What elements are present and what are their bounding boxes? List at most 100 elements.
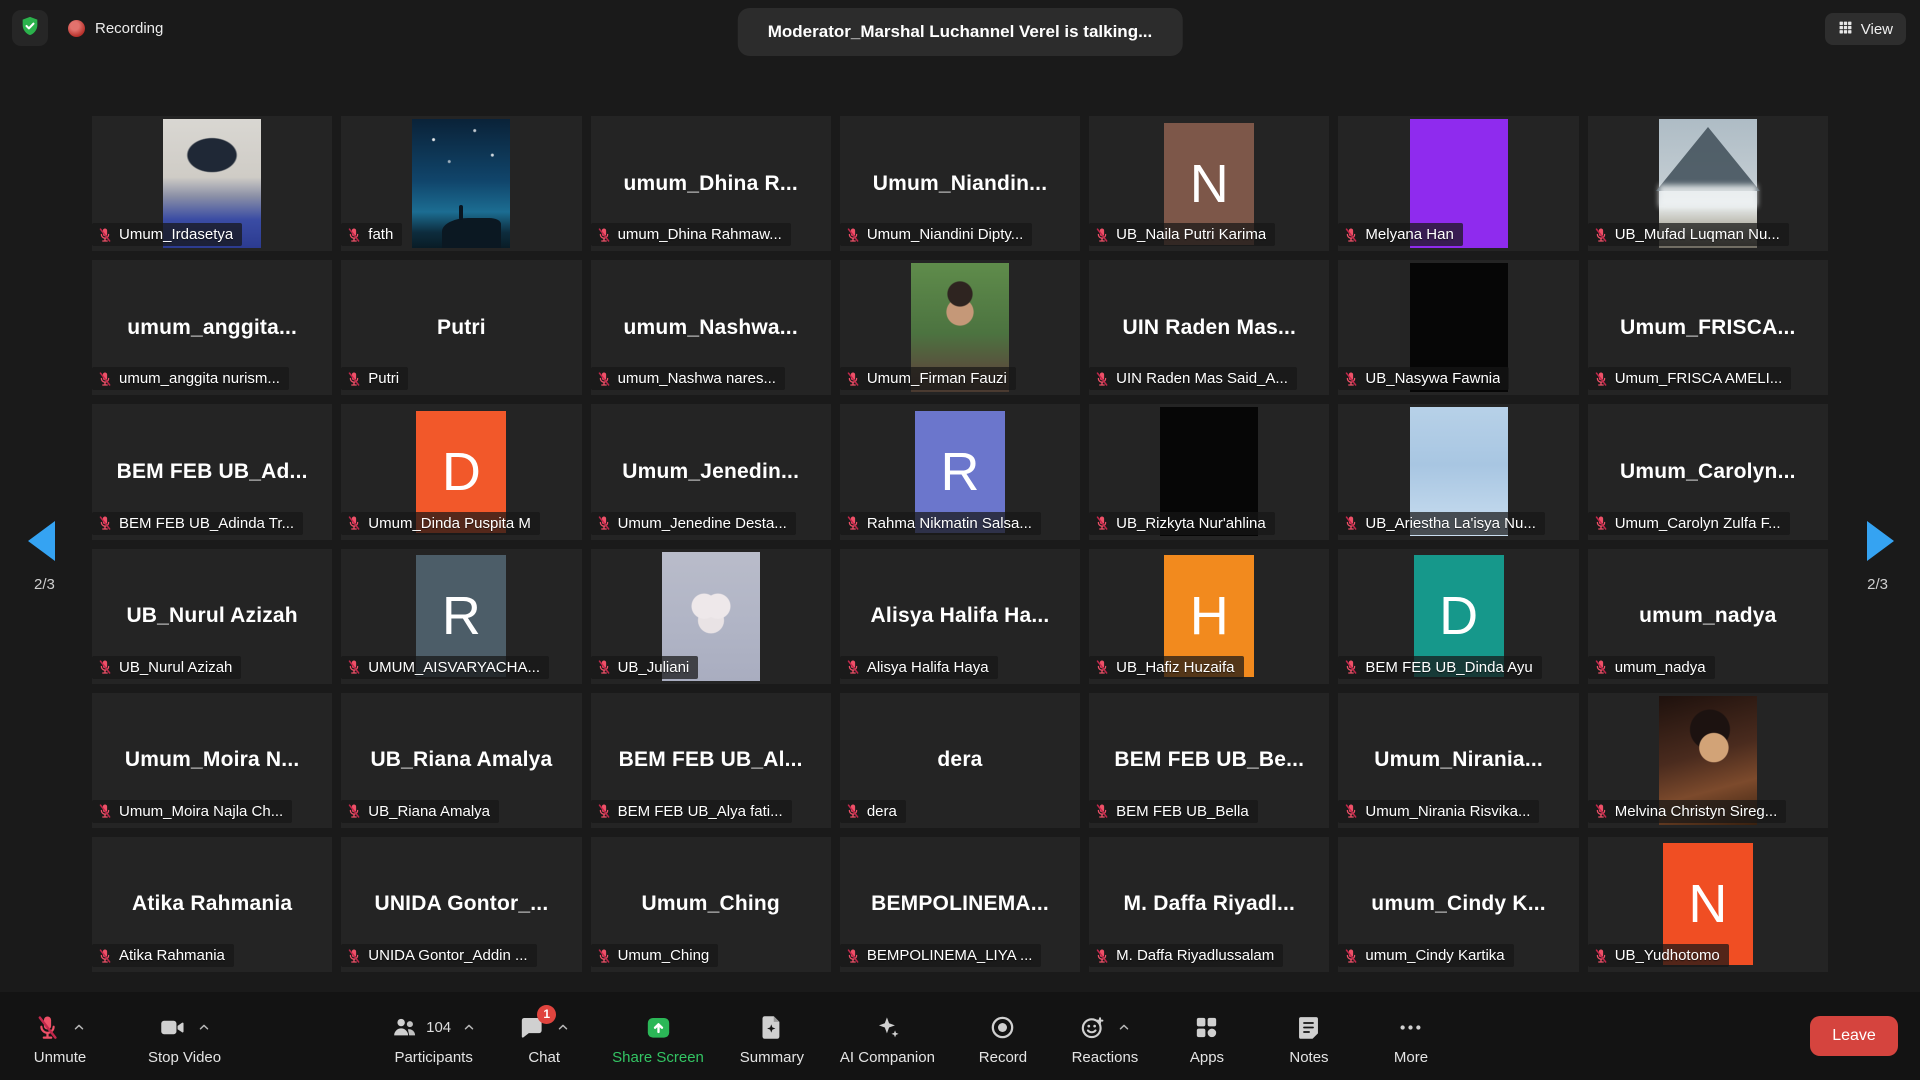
participant-tile[interactable]: BEMPOLINEMA...BEMPOLINEMA_LIYA ... — [840, 837, 1080, 972]
view-label: View — [1861, 21, 1893, 38]
top-bar: Recording Moderator_Marshal Luchannel Ve… — [0, 0, 1920, 62]
video-frame-photo — [412, 119, 510, 248]
participant-name-text: Umum_Moira Najla Ch... — [119, 803, 283, 820]
prev-page-button[interactable] — [28, 518, 62, 564]
participant-name-label: BEMPOLINEMA_LIYA ... — [840, 944, 1042, 967]
toolbar-record[interactable]: Record — [959, 1006, 1047, 1066]
toolbar-share-screen[interactable]: Share Screen — [602, 1006, 714, 1066]
participant-tile[interactable]: Umum_ChingUmum_Ching — [591, 837, 831, 972]
page-indicator-right: 2/3 — [1867, 576, 1888, 593]
muted-mic-icon — [1593, 803, 1609, 819]
participant-tile[interactable]: UB_Nasywa Fawnia — [1338, 260, 1578, 395]
participant-tile[interactable]: Umum_Jenedin...Umum_Jenedine Desta... — [591, 404, 831, 539]
zoom-meeting-window: Recording Moderator_Marshal Luchannel Ve… — [0, 0, 1920, 1080]
participant-tile[interactable]: UB_Juliani — [591, 549, 831, 684]
chevron-up-icon[interactable] — [72, 1020, 86, 1034]
toolbar-summary[interactable]: Summary — [728, 1006, 816, 1066]
chevron-up-icon[interactable] — [1117, 1020, 1131, 1034]
participant-tile[interactable]: Melyana Han — [1338, 116, 1578, 251]
recording-dot-icon — [68, 20, 85, 37]
participant-tile[interactable]: umum_nadyaumum_nadya — [1588, 549, 1828, 684]
leave-button[interactable]: Leave — [1810, 1016, 1898, 1056]
toolbar-unmute[interactable]: Unmute — [16, 1006, 104, 1066]
next-page-button[interactable] — [1860, 518, 1894, 564]
participant-tile[interactable]: Umum_Firman Fauzi — [840, 260, 1080, 395]
toolbar-item-label: Reactions — [1072, 1049, 1139, 1066]
participant-tile[interactable]: Alisya Halifa Ha...Alisya Halifa Haya — [840, 549, 1080, 684]
participant-name-text: UB_Mufad Luqman Nu... — [1615, 226, 1780, 243]
participant-tile[interactable]: RRahma Nikmatin Salsa... — [840, 404, 1080, 539]
chevron-up-icon[interactable] — [462, 1020, 476, 1034]
participant-tile[interactable]: M. Daffa Riyadl...M. Daffa Riyadlussalam — [1089, 837, 1329, 972]
participant-tile[interactable]: UIN Raden Mas...UIN Raden Mas Said_A... — [1089, 260, 1329, 395]
participant-tile[interactable]: BEM FEB UB_Be...BEM FEB UB_Bella — [1089, 693, 1329, 828]
participant-tile[interactable]: fath — [341, 116, 581, 251]
toolbar-chat[interactable]: 1Chat — [500, 1006, 588, 1066]
toolbar-item-label: Notes — [1289, 1049, 1328, 1066]
participant-tile[interactable]: umum_anggita...umum_anggita nurism... — [92, 260, 332, 395]
participant-tile[interactable]: BEM FEB UB_Al...BEM FEB UB_Alya fati... — [591, 693, 831, 828]
muted-mic-icon — [1593, 227, 1609, 243]
muted-mic-icon — [97, 803, 113, 819]
participant-tile[interactable]: UB_Rizkyta Nur'ahlina — [1089, 404, 1329, 539]
muted-mic-icon — [1343, 659, 1359, 675]
participant-name-label: umum_Cindy Kartika — [1338, 944, 1513, 967]
participant-tile[interactable]: umum_Nashwa...umum_Nashwa nares... — [591, 260, 831, 395]
muted-mic-icon — [596, 659, 612, 675]
participant-tile[interactable]: RUMUM_AISVARYACHA... — [341, 549, 581, 684]
participant-name-text: M. Daffa Riyadlussalam — [1116, 947, 1274, 964]
toolbar-item-label: Share Screen — [612, 1049, 704, 1066]
participant-tile[interactable]: BEM FEB UB_Ad...BEM FEB UB_Adinda Tr... — [92, 404, 332, 539]
participant-tile[interactable]: DUmum_Dinda Puspita M — [341, 404, 581, 539]
participant-tile[interactable]: UB_Mufad Luqman Nu... — [1588, 116, 1828, 251]
participant-tile[interactable]: umum_Dhina R...umum_Dhina Rahmaw... — [591, 116, 831, 251]
participant-tile[interactable]: Umum_Moira N...Umum_Moira Najla Ch... — [92, 693, 332, 828]
chat-unread-badge: 1 — [537, 1005, 556, 1024]
shield-check-icon — [19, 15, 41, 42]
participant-name-text: BEM FEB UB_Dinda Ayu — [1365, 659, 1532, 676]
page-indicator-left: 2/3 — [34, 576, 55, 593]
participant-tile[interactable]: Melvina Christyn Sireg... — [1588, 693, 1828, 828]
toolbar-notes[interactable]: Notes — [1265, 1006, 1353, 1066]
chevron-up-icon[interactable] — [556, 1020, 570, 1034]
participant-tile[interactable]: Umum_Carolyn...Umum_Carolyn Zulfa F... — [1588, 404, 1828, 539]
participant-tile[interactable]: Umum_Irdasetya — [92, 116, 332, 251]
security-shield-button[interactable] — [12, 10, 48, 46]
participant-tile[interactable]: HUB_Hafiz Huzaifa — [1089, 549, 1329, 684]
muted-mic-icon — [1094, 371, 1110, 387]
toolbar-ai-companion[interactable]: AI Companion — [830, 1006, 945, 1066]
participant-tile[interactable]: UB_Nurul AzizahUB_Nurul Azizah — [92, 549, 332, 684]
participant-tile[interactable]: Umum_Nirania...Umum_Nirania Risvika... — [1338, 693, 1578, 828]
chevron-up-icon[interactable] — [197, 1020, 211, 1034]
participant-tile[interactable]: UB_Riana AmalyaUB_Riana Amalya — [341, 693, 581, 828]
participant-tile[interactable]: NUB_Yudhotomo — [1588, 837, 1828, 972]
muted-mic-icon — [845, 227, 861, 243]
muted-mic-icon — [596, 227, 612, 243]
participant-tile[interactable]: Atika RahmaniaAtika Rahmania — [92, 837, 332, 972]
participant-name-label: Melvina Christyn Sireg... — [1588, 800, 1787, 823]
participant-name-label: Putri — [341, 367, 408, 390]
toolbar-stop-video[interactable]: Stop Video — [138, 1006, 231, 1066]
muted-mic-icon — [97, 227, 113, 243]
participant-name-label: UB_Hafiz Huzaifa — [1089, 656, 1243, 679]
participant-name-text: Umum_Ching — [618, 947, 710, 964]
view-button[interactable]: View — [1825, 13, 1906, 45]
toolbar-apps[interactable]: Apps — [1163, 1006, 1251, 1066]
muted-mic-icon — [1343, 803, 1359, 819]
participant-tile[interactable]: UB_Ariestha La'isya Nu... — [1338, 404, 1578, 539]
participant-tile[interactable]: NUB_Naila Putri Karima — [1089, 116, 1329, 251]
muted-mic-icon — [845, 371, 861, 387]
toolbar-participants[interactable]: 104Participants — [381, 1006, 486, 1066]
participant-tile[interactable]: Umum_FRISCA...Umum_FRISCA AMELI... — [1588, 260, 1828, 395]
participant-tile[interactable]: Umum_Niandin...Umum_Niandini Dipty... — [840, 116, 1080, 251]
toolbar-reactions[interactable]: Reactions — [1061, 1006, 1149, 1066]
participants-icon — [391, 1014, 418, 1041]
participant-tile[interactable]: UNIDA Gontor_...UNIDA Gontor_Addin ... — [341, 837, 581, 972]
toolbar-more[interactable]: More — [1367, 1006, 1455, 1066]
participant-tile[interactable]: deradera — [840, 693, 1080, 828]
participant-tile[interactable]: DBEM FEB UB_Dinda Ayu — [1338, 549, 1578, 684]
participant-name-text: BEM FEB UB_Bella — [1116, 803, 1249, 820]
participant-name-text: dera — [867, 803, 897, 820]
participant-tile[interactable]: umum_Cindy K...umum_Cindy Kartika — [1338, 837, 1578, 972]
participant-tile[interactable]: PutriPutri — [341, 260, 581, 395]
